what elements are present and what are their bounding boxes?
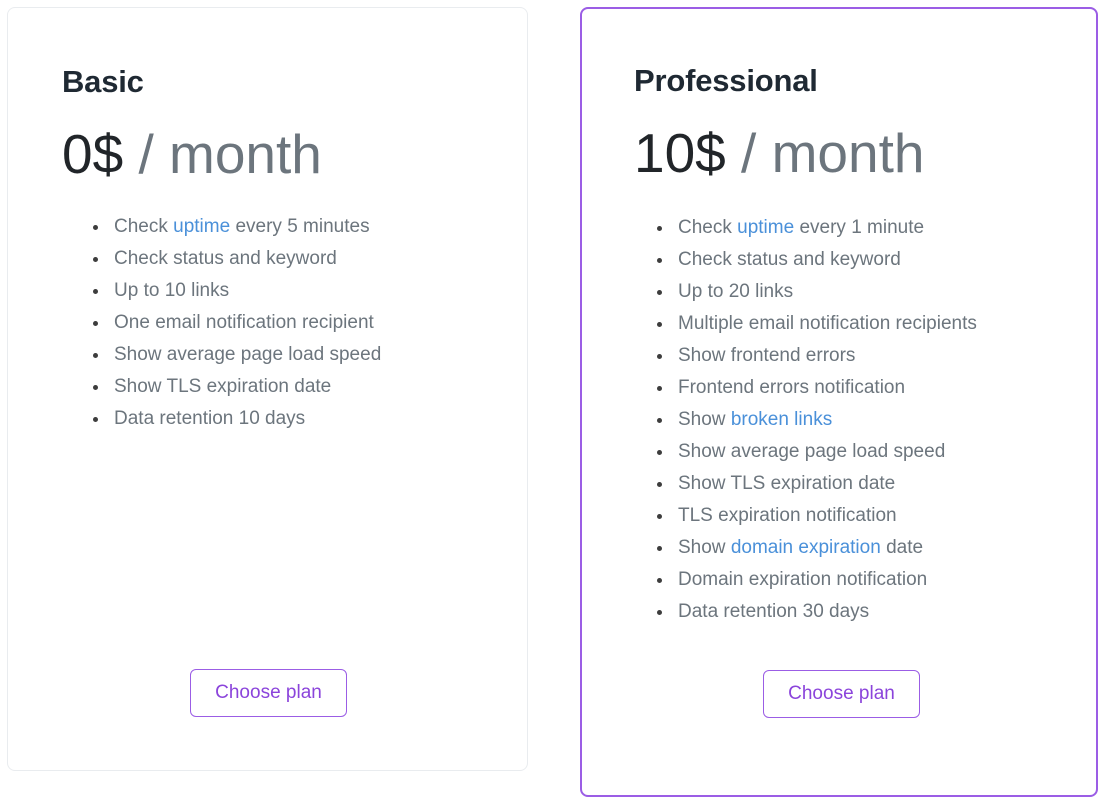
plan-price-amount: 10$ — [634, 122, 726, 184]
plan-card-basic-content: Basic 0$ / month Check uptime every 5 mi… — [8, 8, 527, 770]
feature-text: Data retention 30 days — [678, 601, 870, 622]
plan-feature-item: Data retention 30 days — [650, 596, 1070, 628]
plan-feature-item: Up to 20 links — [650, 276, 1070, 308]
feature-text: Multiple email notification recipients — [678, 313, 977, 334]
feature-link[interactable]: domain expiration — [731, 537, 881, 558]
feature-text: Show average page load speed — [114, 344, 382, 365]
feature-text: every 5 minutes — [230, 216, 370, 237]
feature-text: date — [880, 537, 924, 558]
feature-text: Check — [678, 217, 738, 238]
feature-text: Show average page load speed — [678, 441, 946, 462]
plan-feature-item: Check uptime every 5 minutes — [86, 211, 506, 243]
feature-text: Domain expiration notification — [678, 569, 928, 590]
feature-text: Show frontend errors — [678, 345, 856, 366]
plan-feature-item: Up to 10 links — [86, 275, 506, 307]
plan-price-period: / month — [138, 123, 322, 185]
plan-feature-item: Check status and keyword — [86, 243, 506, 275]
plan-card-basic[interactable]: Basic 0$ / month Check uptime every 5 mi… — [7, 7, 528, 771]
plan-feature-item: TLS expiration notification — [650, 500, 1070, 532]
feature-link[interactable]: broken links — [731, 409, 832, 430]
feature-text: Show — [678, 537, 731, 558]
plan-title-basic: Basic — [62, 64, 144, 99]
feature-link[interactable]: uptime — [173, 216, 230, 237]
plan-price-period: / month — [741, 122, 925, 184]
plan-card-professional[interactable]: Professional 10$ / month Check uptime ev… — [580, 7, 1098, 797]
feature-text: Show TLS expiration date — [678, 473, 896, 494]
plan-price-professional: 10$ / month — [634, 126, 924, 181]
plan-price-basic: 0$ / month — [62, 127, 322, 182]
plan-feature-item: Show domain expiration date — [650, 532, 1070, 564]
choose-plan-button-professional[interactable]: Choose plan — [763, 670, 920, 718]
plan-feature-item: Show TLS expiration date — [86, 371, 506, 403]
feature-text: Show — [678, 409, 731, 430]
feature-text: TLS expiration notification — [678, 505, 897, 526]
plan-feature-item: Show frontend errors — [650, 340, 1070, 372]
plan-features-professional: Check uptime every 1 minute Check status … — [650, 212, 1070, 628]
plan-feature-item: Show average page load speed — [650, 436, 1070, 468]
plan-title-professional: Professional — [634, 63, 818, 98]
feature-text: Show TLS expiration date — [114, 376, 332, 397]
feature-text: Check — [114, 216, 174, 237]
plan-feature-item: One email notification recipient — [86, 307, 506, 339]
feature-text: Frontend errors notification — [678, 377, 906, 398]
plan-feature-item: Show average page load speed — [86, 339, 506, 371]
feature-text: One email notification recipient — [114, 312, 374, 333]
plan-feature-item: Check uptime every 1 minute — [650, 212, 1070, 244]
feature-text: Data retention 10 days — [114, 408, 306, 429]
plan-feature-item: Check status and keyword — [650, 244, 1070, 276]
choose-plan-button-basic[interactable]: Choose plan — [190, 669, 347, 717]
plan-card-professional-content: Professional 10$ / month Check uptime ev… — [582, 9, 1096, 795]
plan-features-basic: Check uptime every 5 minutes Check status… — [86, 211, 506, 435]
pricing-plans-container: Basic 0$ / month Check uptime every 5 mi… — [0, 0, 1108, 797]
plan-price-amount: 0$ — [62, 123, 124, 185]
feature-text: Check status and keyword — [678, 249, 901, 270]
feature-text: Up to 10 links — [114, 280, 230, 301]
plan-feature-item: Data retention 10 days — [86, 403, 506, 435]
feature-link[interactable]: uptime — [737, 217, 794, 238]
plan-feature-item: Frontend errors notification — [650, 372, 1070, 404]
feature-text: Up to 20 links — [678, 281, 794, 302]
plan-feature-item: Show TLS expiration date — [650, 468, 1070, 500]
plan-feature-item: Show broken links — [650, 404, 1070, 436]
feature-text: Check status and keyword — [114, 248, 337, 269]
plan-feature-item: Domain expiration notification — [650, 564, 1070, 596]
plan-feature-item: Multiple email notification recipients — [650, 308, 1070, 340]
feature-text: every 1 minute — [794, 217, 925, 238]
